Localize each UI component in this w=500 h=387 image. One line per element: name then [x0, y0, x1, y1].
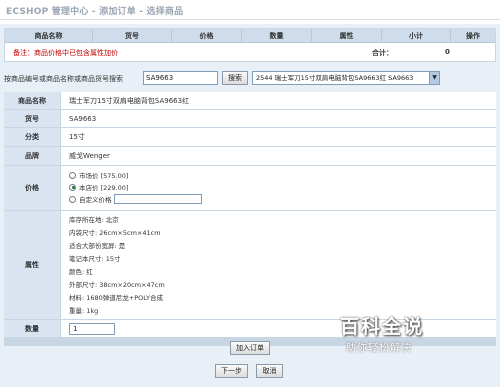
title-bar: ECSHOP 管理中心 - 添加订单 - 选择商品 [0, 0, 500, 20]
attributes-label: 属性 [4, 211, 61, 320]
cart-summary-row: 备注：商品价格中已包含属性加价 合计： 0 [5, 43, 495, 62]
quantity-label: 数量 [4, 320, 61, 338]
price-option-market-label: 市场价 [575.00] [79, 172, 129, 180]
watermark-sub-text: 助你轻松解决 [346, 343, 412, 354]
next-step-button[interactable]: 下一步 [215, 364, 248, 378]
row-category: 分类 15寸 [4, 128, 496, 147]
radio-shop[interactable] [69, 183, 76, 191]
watermark-logo: 百科全说 助你轻松解决 [338, 312, 468, 356]
row-attributes: 属性 库存所在地: 北京 内袋尺寸: 26cm×5cm×41cm 适合大部份宽屏… [4, 211, 496, 320]
total-value: 0 [445, 48, 450, 56]
total-label: 合计： [372, 49, 393, 57]
price-option-market[interactable]: 市场价 [575.00] [69, 170, 128, 180]
search-button[interactable]: 搜索 [222, 71, 248, 85]
price-option-custom-label: 自定义价格 [79, 196, 112, 204]
column-header-attributes: 属性 [312, 29, 382, 42]
chevron-down-icon[interactable]: ▼ [429, 72, 439, 84]
name-label: 商品名称 [4, 92, 61, 110]
brand-value: 威戈Wenger [61, 147, 496, 166]
watermark-main-text: 百科全说 [340, 316, 425, 338]
add-to-order-button[interactable]: 加入订单 [230, 341, 270, 355]
radio-custom[interactable] [69, 195, 76, 203]
goods-select[interactable]: 2544 瑞士军刀15寸双肩电脑背包SA9663红 SA9663 [252, 71, 440, 85]
price-note: 备注：商品价格中已包含属性加价 [13, 49, 118, 57]
price-option-shop[interactable]: 本店价 [229.00] [69, 182, 128, 192]
price-options: 市场价 [575.00] 本店价 [229.00] 自定义价格 [61, 166, 496, 211]
custom-price-input[interactable] [113, 194, 202, 204]
column-header-quantity: 数量 [242, 29, 312, 42]
row-name: 商品名称 瑞士军刀15寸双肩电脑背包SA9663红 [4, 92, 496, 110]
attribute-item: 外部尺寸: 38cm×20cm×47cm [69, 281, 165, 289]
attribute-item: 重量: 1kg [69, 307, 99, 315]
category-value: 15寸 [61, 128, 496, 147]
attribute-item: 内袋尺寸: 26cm×5cm×41cm [69, 229, 161, 237]
price-label: 价格 [4, 166, 61, 211]
column-header-subtotal: 小计 [382, 29, 451, 42]
price-option-shop-label: 本店价 [229.00] [79, 184, 129, 192]
sn-label: 货号 [4, 110, 61, 128]
cancel-button[interactable]: 取消 [256, 364, 283, 378]
column-header-name: 商品名称 [5, 29, 93, 42]
goods-search-bar: 按商品编号或商品名称或商品货号搜索 搜索 2544 瑞士军刀15寸双肩电脑背包S… [4, 69, 496, 89]
name-value: 瑞士军刀15寸双肩电脑背包SA9663红 [61, 92, 496, 110]
cart-table: 商品名称 货号 价格 数量 属性 小计 操作 备注：商品价格中已包含属性加价 合… [4, 28, 496, 62]
row-brand: 品牌 威戈Wenger [4, 147, 496, 166]
category-label: 分类 [4, 128, 61, 147]
attribute-item: 材料: 1680弹道尼龙+POLY合成 [69, 294, 164, 302]
column-header-price: 价格 [172, 29, 242, 42]
attribute-item: 颜色: 红 [69, 268, 93, 276]
column-header-actions: 操作 [466, 32, 480, 40]
price-option-custom[interactable]: 自定义价格 [69, 194, 202, 204]
cart-table-header: 商品名称 货号 价格 数量 属性 小计 操作 [5, 29, 495, 43]
attribute-item: 笔记本尺寸: 15寸 [69, 255, 121, 263]
search-label: 按商品编号或商品名称或商品货号搜索 [4, 75, 123, 83]
radio-market[interactable] [69, 171, 76, 179]
column-header-sn: 货号 [93, 29, 172, 42]
goods-detail-table: 商品名称 瑞士军刀15寸双肩电脑背包SA9663红 货号 SA9663 分类 1… [4, 92, 496, 346]
row-sn: 货号 SA9663 [4, 110, 496, 128]
quantity-input[interactable] [69, 322, 115, 335]
attributes-list: 库存所在地: 北京 内袋尺寸: 26cm×5cm×41cm 适合大部份宽屏: 是… [61, 211, 496, 320]
row-price: 价格 市场价 [575.00] 本店价 [229.00] 自定义价格 [4, 166, 496, 211]
sn-value: SA9663 [61, 110, 496, 128]
brand-label: 品牌 [4, 147, 61, 166]
attribute-item: 库存所在地: 北京 [69, 216, 119, 224]
attribute-item: 适合大部份宽屏: 是 [69, 242, 126, 250]
search-input[interactable] [143, 71, 218, 85]
page-title: ECSHOP 管理中心 - 添加订单 - 选择商品 [6, 7, 184, 17]
